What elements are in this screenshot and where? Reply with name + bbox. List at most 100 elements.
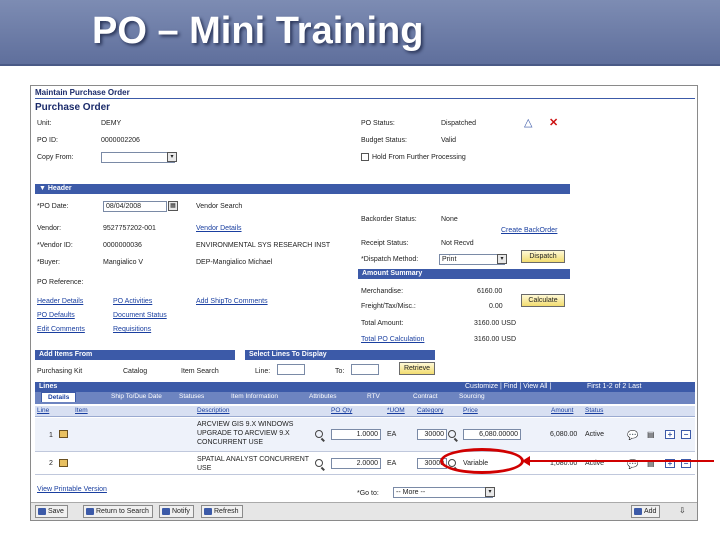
col-line[interactable]: Line: [37, 407, 49, 414]
hold-checkbox[interactable]: [361, 153, 369, 161]
col-uom[interactable]: *UOM: [387, 407, 405, 414]
vendor-details-link[interactable]: Vendor Details: [196, 225, 242, 232]
tab-contract[interactable]: Contract: [407, 392, 444, 402]
calculate-button[interactable]: Calculate: [521, 294, 565, 307]
add-shipto-comments-link[interactable]: Add ShipTo Comments: [196, 298, 268, 305]
col-description[interactable]: Description: [197, 407, 230, 414]
merchandise-value: 6160.00: [477, 288, 503, 295]
receipt-status-label: Receipt Status:: [361, 240, 409, 247]
page-nav-icon[interactable]: ⇩: [679, 506, 686, 515]
table-row: 2 SPATIAL ANALYST CONCURRENT USE 2.0000 …: [35, 453, 695, 475]
create-backorder-link[interactable]: Create BackOrder: [501, 227, 557, 234]
cancel-x-icon[interactable]: ✕: [549, 116, 558, 129]
po-date-label: *PO Date:: [37, 203, 69, 210]
line-from-input[interactable]: [277, 364, 305, 375]
dispatch-button[interactable]: Dispatch: [521, 250, 565, 263]
col-amount[interactable]: Amount: [551, 407, 573, 414]
total-po-calculation-link[interactable]: Total PO Calculation: [361, 336, 424, 343]
grid-nav-links[interactable]: Customize | Find | View All |: [465, 382, 551, 392]
tab-statuses[interactable]: Statuses: [173, 392, 210, 402]
dispatch-method-label: *Dispatch Method:: [361, 256, 419, 263]
tab-details[interactable]: Details: [41, 392, 77, 402]
buyer-label: *Buyer:: [37, 259, 60, 266]
refresh-icon: [204, 508, 212, 515]
comment-bubble-icon[interactable]: 💬: [627, 430, 638, 441]
price-input[interactable]: 6,080.00000: [463, 429, 521, 440]
edit-comments-link[interactable]: Edit Comments: [37, 326, 85, 333]
tab-attributes[interactable]: Attributes: [303, 392, 342, 402]
vendor-id-label: *Vendor ID:: [37, 242, 73, 249]
refresh-button[interactable]: Refresh: [201, 505, 243, 518]
po-date-input[interactable]: 08/04/2008: [103, 201, 167, 212]
page-title: Purchase Order: [35, 102, 111, 113]
add-button[interactable]: Add: [631, 505, 661, 518]
grid-tab-strip: Details Ship To/Due Date Statuses Item I…: [35, 392, 695, 404]
save-button[interactable]: Save: [35, 505, 68, 518]
col-category[interactable]: Category: [417, 407, 443, 414]
copy-from-dropdown-icon[interactable]: ▾: [167, 152, 177, 162]
receipt-status-value: Not Recvd: [441, 240, 474, 247]
requisitions-link[interactable]: Requisitions: [113, 326, 151, 333]
row-uom: EA: [387, 460, 397, 467]
grid-header-row: Line Item Description PO Qty *UOM Catego…: [35, 406, 695, 417]
grid-paging[interactable]: First 1-2 of 2 Last: [587, 382, 641, 392]
schedule-icon[interactable]: ▤: [647, 430, 655, 439]
category-lookup-icon[interactable]: [448, 430, 456, 438]
item-search-link[interactable]: Item Search: [181, 368, 219, 375]
hold-label: Hold From Further Processing: [372, 154, 466, 161]
qty-input[interactable]: 1.0000: [331, 429, 381, 440]
warning-triangle-icon[interactable]: △: [524, 116, 532, 129]
total-po-calculation-value: 3160.00 USD: [474, 336, 517, 343]
breadcrumb: Maintain Purchase Order: [35, 88, 130, 97]
table-row: 1 ARCVIEW GIS 9.X WINDOWS UPGRADE TO ARC…: [35, 418, 695, 452]
purchasing-kit-link[interactable]: Purchasing Kit: [37, 368, 82, 375]
vendor-search-label: Vendor Search: [196, 203, 243, 210]
col-po-qty[interactable]: PO Qty: [331, 407, 352, 414]
view-printable-version-link[interactable]: View Printable Version: [37, 486, 107, 493]
po-status-value: Dispatched: [441, 120, 477, 127]
tab-ship-to-due-date[interactable]: Ship To/Due Date: [105, 392, 168, 402]
select-lines-bar: Select Lines To Display: [245, 350, 435, 360]
header-section-bar[interactable]: ▼ Header: [35, 184, 570, 194]
retrieve-button[interactable]: Retrieve: [399, 362, 435, 375]
qty-input[interactable]: 2.0000: [331, 458, 381, 469]
tab-sourcing[interactable]: Sourcing: [453, 392, 491, 402]
add-items-bar: Add Items From: [35, 350, 235, 360]
goto-select[interactable]: -- More --: [393, 487, 493, 498]
catalog-link[interactable]: Catalog: [123, 368, 147, 375]
vendor-name: ENVIRONMENTAL SYS RESEARCH INST: [196, 242, 331, 249]
lines-grid-title: Lines: [39, 383, 58, 390]
calendar-icon[interactable]: ▦: [168, 201, 178, 211]
dispatch-method-select[interactable]: Print: [439, 254, 505, 265]
header-section-title: Header: [47, 185, 72, 192]
col-item[interactable]: Item: [75, 407, 88, 414]
description-lookup-icon[interactable]: [315, 459, 323, 467]
notify-button[interactable]: Notify: [159, 505, 194, 518]
save-icon: [38, 508, 46, 515]
category-input[interactable]: 30000: [417, 429, 447, 440]
freight-label: Freight/Tax/Misc.:: [361, 303, 416, 310]
notify-icon: [162, 508, 170, 515]
tab-rtv[interactable]: RTV: [361, 392, 386, 402]
row-uom: EA: [387, 431, 397, 438]
header-details-link[interactable]: Header Details: [37, 298, 83, 305]
add-row-icon[interactable]: +: [665, 430, 675, 439]
return-to-search-button[interactable]: Return to Search: [83, 505, 153, 518]
document-status-link[interactable]: Document Status: [113, 312, 167, 319]
copy-from-select[interactable]: [101, 152, 175, 163]
line-to-input[interactable]: [351, 364, 379, 375]
goto-dropdown-icon[interactable]: ▾: [485, 487, 495, 497]
dispatch-dropdown-icon[interactable]: ▾: [497, 254, 507, 264]
po-activities-link[interactable]: PO Activities: [113, 298, 152, 305]
vendor-label: Vendor:: [37, 225, 62, 232]
row-amount: 6,080.00: [550, 431, 578, 438]
callout-arrow: [522, 456, 714, 466]
tab-item-information[interactable]: Item Information: [225, 392, 284, 402]
line-details-icon[interactable]: [59, 430, 68, 438]
col-status[interactable]: Status: [585, 407, 603, 414]
po-defaults-link[interactable]: PO Defaults: [37, 312, 75, 319]
col-price[interactable]: Price: [463, 407, 478, 414]
delete-row-icon[interactable]: −: [681, 430, 691, 439]
line-details-icon[interactable]: [59, 459, 68, 467]
description-lookup-icon[interactable]: [315, 430, 323, 438]
